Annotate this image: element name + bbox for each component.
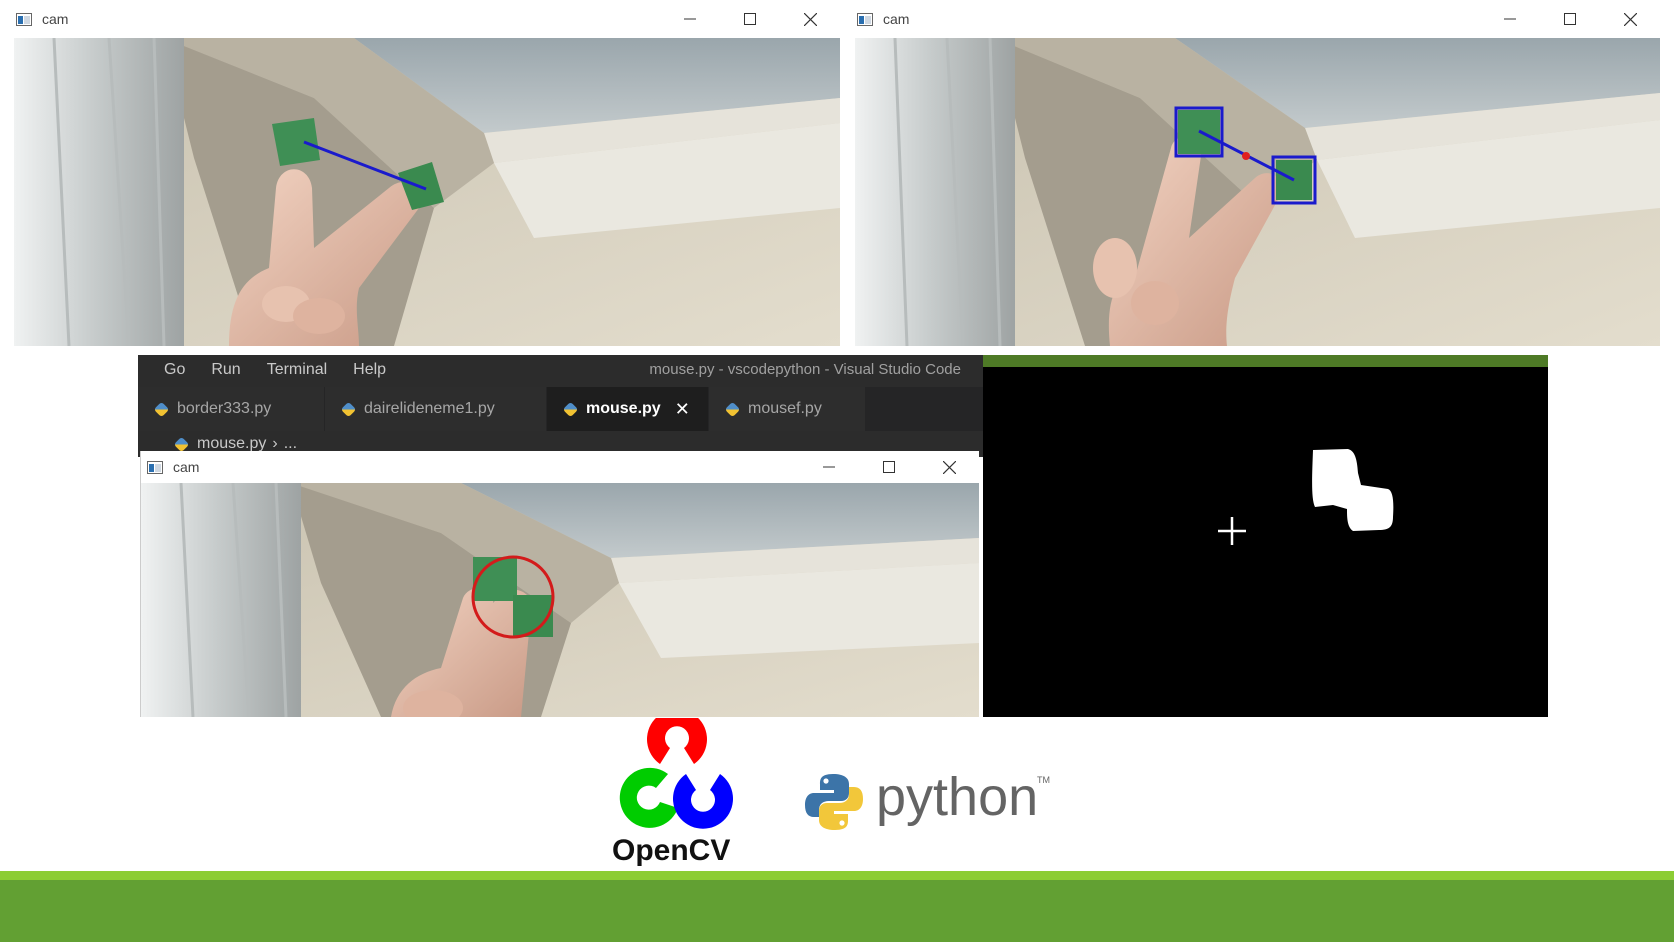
python-file-icon <box>153 401 170 417</box>
app-window-icon <box>16 12 32 26</box>
close-icon[interactable]: ✕ <box>675 399 690 420</box>
python-file-icon <box>340 401 357 417</box>
python-file-icon <box>173 436 190 452</box>
opencv-logo <box>610 709 745 836</box>
tab-mouse[interactable]: mouse.py ✕ <box>547 387 709 431</box>
minimize-icon[interactable] <box>660 0 720 38</box>
cam-window-1: cam <box>14 0 840 346</box>
mask-window <box>983 355 1548 717</box>
menu-run[interactable]: Run <box>211 361 240 379</box>
menu-terminal[interactable]: Terminal <box>267 361 327 379</box>
menu-help[interactable]: Help <box>353 361 386 379</box>
mask-titlebar[interactable] <box>983 355 1548 367</box>
tab-label: dairelideneme1.py <box>364 400 495 417</box>
camera-feed <box>141 483 979 717</box>
opencv-label: OpenCV <box>612 834 731 867</box>
tab-label: mouse.py <box>586 400 661 417</box>
app-window-icon <box>147 460 163 474</box>
app-window-icon <box>857 12 873 26</box>
close-icon[interactable] <box>780 0 840 38</box>
tab-mousef[interactable]: mousef.py <box>709 387 866 431</box>
tab-label: mousef.py <box>748 400 822 417</box>
vscode-window: Go Run Terminal Help mouse.py - vscodepy… <box>138 355 983 457</box>
python-file-icon <box>724 401 741 417</box>
menu-go[interactable]: Go <box>164 361 185 379</box>
cam-window-2: cam <box>855 0 1660 346</box>
footer-highlight <box>0 871 1674 880</box>
vscode-window-title: mouse.py - vscodepython - Visual Studio … <box>649 361 961 378</box>
python-wordmark: python <box>876 767 1039 827</box>
cam-window-3: cam <box>140 451 979 717</box>
close-icon[interactable] <box>1600 0 1660 38</box>
tab-dairelideneme1[interactable]: dairelideneme1.py <box>325 387 547 431</box>
maximize-icon[interactable] <box>1540 0 1600 38</box>
tab-border333[interactable]: border333.py <box>138 387 325 431</box>
minimize-icon[interactable] <box>799 451 859 483</box>
maximize-icon[interactable] <box>720 0 780 38</box>
window-title: cam <box>173 459 200 475</box>
editor-tabs: border333.py dairelideneme1.py mouse.py … <box>138 387 983 431</box>
minimize-icon[interactable] <box>1480 0 1540 38</box>
close-icon[interactable] <box>919 451 979 483</box>
camera-feed <box>14 38 840 346</box>
camera-feed <box>855 38 1660 346</box>
maximize-icon[interactable] <box>859 451 919 483</box>
tab-label: border333.py <box>177 400 272 417</box>
python-file-icon <box>562 401 579 417</box>
window-title: cam <box>42 11 69 27</box>
python-logo <box>804 772 864 832</box>
window-title: cam <box>883 11 910 27</box>
footer-bar <box>0 880 1674 942</box>
trademark-mark: TM <box>1037 775 1050 785</box>
